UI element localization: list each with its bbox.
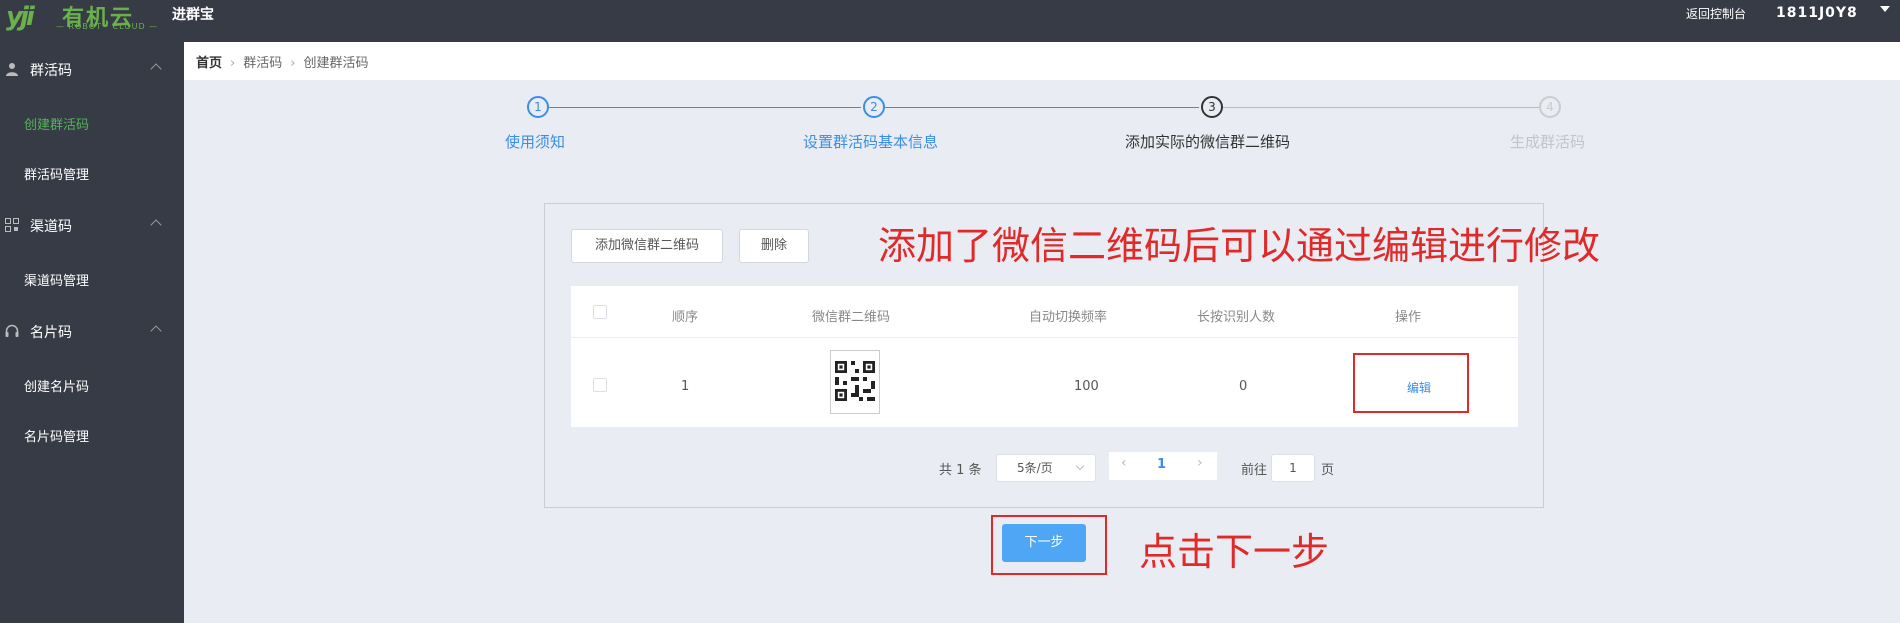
column-header-order: 顺序 <box>672 310 699 325</box>
chevron-up-icon <box>150 219 162 231</box>
user-menu-caret-icon[interactable] <box>1880 6 1890 12</box>
sidebar-group-mingpian-ma[interactable]: 名片码 <box>0 312 184 352</box>
app-title: 进群宝 <box>172 7 214 23</box>
step-1-circle: 1 <box>527 96 549 118</box>
sidebar: 群活码 创建群活码 群活码管理 渠道码 渠道码管理 名片码 创建名片码 名片码管… <box>0 42 184 623</box>
step-connector-3 <box>1223 107 1539 108</box>
cell-frequency: 100 <box>1074 379 1099 394</box>
prev-page-icon[interactable]: ‹ <box>1121 455 1127 471</box>
next-highlight-box <box>991 515 1107 575</box>
edit-annotation: 添加了微信二维码后可以通过编辑进行修改 <box>878 224 1601 268</box>
row-checkbox[interactable] <box>593 378 607 392</box>
sidebar-item-qudao-ma-manage[interactable]: 渠道码管理 <box>24 270 89 289</box>
column-header-actions: 操作 <box>1395 310 1422 325</box>
step-connector-2 <box>885 107 1199 108</box>
sidebar-group-label: 群活码 <box>30 63 72 79</box>
logo[interactable]: yji 有机云 — ROBOT · CLOUD — <box>4 0 157 36</box>
sidebar-item-mingpian-ma-manage[interactable]: 名片码管理 <box>24 426 89 445</box>
cell-order: 1 <box>681 379 690 394</box>
breadcrumb-separator-icon: › <box>290 56 296 71</box>
breadcrumb-level1[interactable]: 群活码 <box>243 56 282 71</box>
breadcrumb-separator-icon: › <box>230 56 236 71</box>
chevron-up-icon <box>150 63 162 75</box>
sidebar-item-create-mingpian-ma[interactable]: 创建名片码 <box>24 376 89 395</box>
step-connector-1 <box>549 107 861 108</box>
step-1-label: 使用须知 <box>505 133 566 151</box>
sidebar-group-qun-huoma[interactable]: 群活码 <box>0 50 184 90</box>
goto-page-input[interactable]: 1 <box>1271 454 1315 482</box>
edit-highlight-box <box>1353 353 1469 413</box>
goto-label: 前往 <box>1241 463 1268 478</box>
step-3-label: 添加实际的微信群二维码 <box>1125 133 1291 151</box>
logo-subtitle: — ROBOT · CLOUD — <box>56 22 159 31</box>
sidebar-group-qudao-ma[interactable]: 渠道码 <box>0 206 184 246</box>
step-4-circle: 4 <box>1539 96 1561 118</box>
user-icon <box>6 63 18 76</box>
delete-button[interactable]: 删除 <box>739 229 809 263</box>
qr-grid-icon <box>5 218 19 232</box>
pagination-nav: ‹ 1 › <box>1109 452 1217 480</box>
goto-suffix: 页 <box>1321 463 1335 478</box>
back-to-console-link[interactable]: 返回控制台 <box>1686 5 1746 22</box>
row-divider <box>571 337 1518 338</box>
logo-mark: yji <box>6 2 35 32</box>
breadcrumb-home[interactable]: 首页 <box>196 56 222 71</box>
chevron-down-icon <box>1075 461 1085 471</box>
pagination-total: 共 1 条 <box>939 463 982 478</box>
breadcrumb: 首页 › 群活码 › 创建群活码 <box>196 52 368 71</box>
add-wechat-qr-button[interactable]: 添加微信群二维码 <box>571 229 723 263</box>
page-size-select[interactable]: 5条/页 <box>996 454 1096 482</box>
cell-scans: 0 <box>1239 379 1248 394</box>
step-2-circle: 2 <box>863 96 885 118</box>
headset-icon <box>5 324 19 337</box>
chevron-up-icon <box>150 325 162 337</box>
sidebar-item-create-qun-huoma[interactable]: 创建群活码 <box>24 114 89 133</box>
user-name[interactable]: 1811J0Y8 <box>1776 5 1858 21</box>
next-annotation: 点击下一步 <box>1139 530 1330 574</box>
sidebar-group-label: 渠道码 <box>30 219 72 235</box>
column-header-qr-code: 微信群二维码 <box>812 310 891 325</box>
step-4-label: 生成群活码 <box>1510 133 1586 151</box>
next-page-icon[interactable]: › <box>1197 455 1203 471</box>
column-header-scans: 长按识别人数 <box>1197 310 1276 325</box>
breadcrumb-current: 创建群活码 <box>303 56 369 71</box>
step-3-circle: 3 <box>1201 96 1223 118</box>
page-size-value: 5条/页 <box>1017 461 1053 475</box>
select-all-checkbox[interactable] <box>593 305 607 319</box>
wechat-qr-image[interactable] <box>830 350 880 414</box>
top-bar: yji 有机云 — ROBOT · CLOUD — 进群宝 返回控制台 1811… <box>0 0 1900 42</box>
sidebar-item-qun-huoma-manage[interactable]: 群活码管理 <box>24 164 89 183</box>
breadcrumb-bar: 首页 › 群活码 › 创建群活码 <box>184 42 1900 80</box>
current-page-number[interactable]: 1 <box>1157 457 1166 472</box>
step-2-label: 设置群活码基本信息 <box>803 133 939 151</box>
column-header-frequency: 自动切换频率 <box>1029 310 1108 325</box>
qr-code-icon <box>835 361 875 401</box>
sidebar-group-label: 名片码 <box>30 325 72 341</box>
